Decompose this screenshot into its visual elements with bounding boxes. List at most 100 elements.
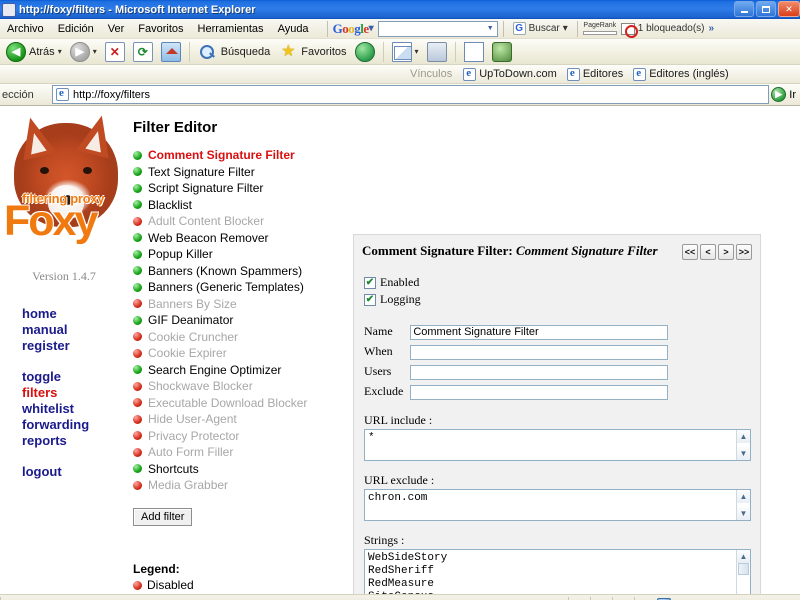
menu-item-favoritos[interactable]: Favoritos [131,21,190,37]
filter-list-item[interactable]: Comment Signature Filter [133,147,348,164]
last-filter-button[interactable]: >> [736,244,752,260]
filter-list-item[interactable]: Auto Form Filler [133,444,348,461]
users-field-input[interactable] [410,364,669,380]
back-button[interactable]: ◀ Atrás ▾ [2,41,66,63]
google-logo-dropdown-icon[interactable]: ▾ [369,23,374,34]
toolbar-overflow-icon[interactable]: » [709,23,715,34]
menu-item-archivo[interactable]: Archivo [0,21,51,37]
filter-list-item[interactable]: Banners By Size [133,296,348,313]
logging-checkbox[interactable]: ✔ [364,293,376,306]
home-button[interactable] [157,41,185,63]
close-button[interactable]: ✕ [778,1,800,17]
sidebar-item-toggle[interactable]: toggle [22,369,128,385]
messenger-button[interactable] [488,41,516,63]
sidebar-item-filters[interactable]: filters [22,385,128,401]
google-search-button[interactable]: G Buscar ▾ [509,22,572,35]
filter-list-item[interactable]: Cookie Expirer [133,345,348,362]
sidebar-item-whitelist[interactable]: whitelist [22,401,128,417]
url-exclude-textarea[interactable]: chron.com [364,489,751,521]
menu-item-ver[interactable]: Ver [101,21,132,37]
scroll-thumb[interactable] [738,563,749,575]
address-input[interactable]: http://foxy/filters [52,85,770,104]
filter-list-item[interactable]: Popup Killer [133,246,348,263]
logging-checkbox-row[interactable]: ✔ Logging [364,291,750,308]
filter-list-item[interactable]: Hide User-Agent [133,411,348,428]
filter-list-item[interactable]: Script Signature Filter [133,180,348,197]
security-zone[interactable]: Intranet local [634,596,784,600]
filter-list-item[interactable]: GIF Deanimator [133,312,348,329]
minimize-button[interactable] [734,1,754,17]
prev-filter-button[interactable]: < [700,244,716,260]
url-include-textarea[interactable]: * [364,429,751,461]
favorites-button[interactable]: ★ Favoritos [274,41,350,63]
filter-list-item[interactable]: Executable Download Blocker [133,395,348,412]
exclude-field-input[interactable] [410,384,669,400]
name-field-input[interactable] [410,324,669,340]
menu-item-ayuda[interactable]: Ayuda [271,21,316,37]
mail-button[interactable]: ▾ [388,41,423,63]
filter-list-item[interactable]: Privacy Protector [133,428,348,445]
chevron-down-icon[interactable]: ▼ [487,25,497,32]
filter-list-item[interactable]: Search Engine Optimizer [133,362,348,379]
url-exclude-scrollbar[interactable]: ▲ ▼ [736,490,750,520]
next-filter-button[interactable]: > [718,244,734,260]
legend-item: Enabled [133,593,348,595]
go-button[interactable]: ▶ Ir [771,87,800,102]
scroll-down-icon[interactable]: ▼ [737,507,750,520]
filter-list-item[interactable]: Media Grabber [133,477,348,494]
first-filter-button[interactable]: << [682,244,698,260]
search-button[interactable]: Búsqueda [194,41,275,63]
popup-blocker-button[interactable]: 1 bloqueado(s) [617,22,709,38]
resize-grip[interactable] [784,597,800,600]
edit-button[interactable] [460,41,488,63]
chevron-down-icon[interactable]: ▾ [415,47,419,56]
add-filter-button[interactable]: Add filter [133,507,193,526]
sidebar-item-manual[interactable]: manual [22,322,128,338]
restore-button[interactable] [756,1,776,17]
sidebar-item-forwarding[interactable]: forwarding [22,417,128,433]
status-disabled-icon [133,480,142,490]
refresh-button[interactable]: ⟳ [129,41,157,63]
menu-item-edicion[interactable]: Edición [51,21,101,37]
scroll-up-icon[interactable]: ▲ [737,490,750,503]
scroll-up-icon[interactable]: ▲ [737,430,750,443]
filter-list-item[interactable]: Banners (Generic Templates) [133,279,348,296]
filter-list-item[interactable]: Cookie Cruncher [133,329,348,346]
history-button[interactable] [351,41,379,63]
strings-textarea[interactable]: WebSideStory RedSheriff RedMeasure SiteC… [364,549,751,594]
url-include-scrollbar[interactable]: ▲ ▼ [736,430,750,460]
filter-list-item[interactable]: Text Signature Filter [133,164,348,181]
chevron-down-icon[interactable]: ▾ [93,47,97,56]
filter-name-label: Cookie Expirer [148,346,227,360]
sidebar-item-logout[interactable]: logout [22,464,128,480]
messenger-icon [491,41,512,62]
link-editores-ingles[interactable]: Editores (inglés) [628,67,733,81]
sidebar-item-reports[interactable]: reports [22,433,128,449]
scroll-track[interactable] [737,575,750,594]
strings-scrollbar[interactable]: ▲ ▼ [736,550,750,594]
name-field-label: Name [364,323,393,338]
link-uptodown[interactable]: UpToDown.com [458,67,562,81]
menu-item-herramientas[interactable]: Herramientas [191,21,271,37]
scroll-up-icon[interactable]: ▲ [737,550,750,563]
filter-list-item[interactable]: Web Beacon Remover [133,230,348,247]
forward-button[interactable]: ▶ ▾ [66,41,101,63]
filter-list-item[interactable]: Banners (Known Spammers) [133,263,348,280]
filter-list-item[interactable]: Blacklist [133,197,348,214]
link-editores[interactable]: Editores [562,67,628,81]
filter-list-item[interactable]: Shockwave Blocker [133,378,348,395]
chevron-down-icon[interactable]: ▾ [58,47,62,56]
window-titlebar: http://foxy/filters - Microsoft Internet… [0,0,800,19]
enabled-checkbox[interactable]: ✔ [364,276,376,289]
google-search-input[interactable]: ▼ [377,20,498,37]
filter-list-item[interactable]: Shortcuts [133,461,348,478]
stop-button[interactable]: ✕ [101,41,129,63]
chevron-down-icon[interactable]: ▾ [563,23,568,34]
sidebar-item-home[interactable]: home [22,306,128,322]
when-field-input[interactable] [410,344,669,360]
scroll-down-icon[interactable]: ▼ [737,447,750,460]
enabled-checkbox-row[interactable]: ✔ Enabled [364,274,750,291]
filter-list-item[interactable]: Adult Content Blocker [133,213,348,230]
sidebar-item-register[interactable]: register [22,338,128,354]
print-button[interactable] [423,41,451,63]
